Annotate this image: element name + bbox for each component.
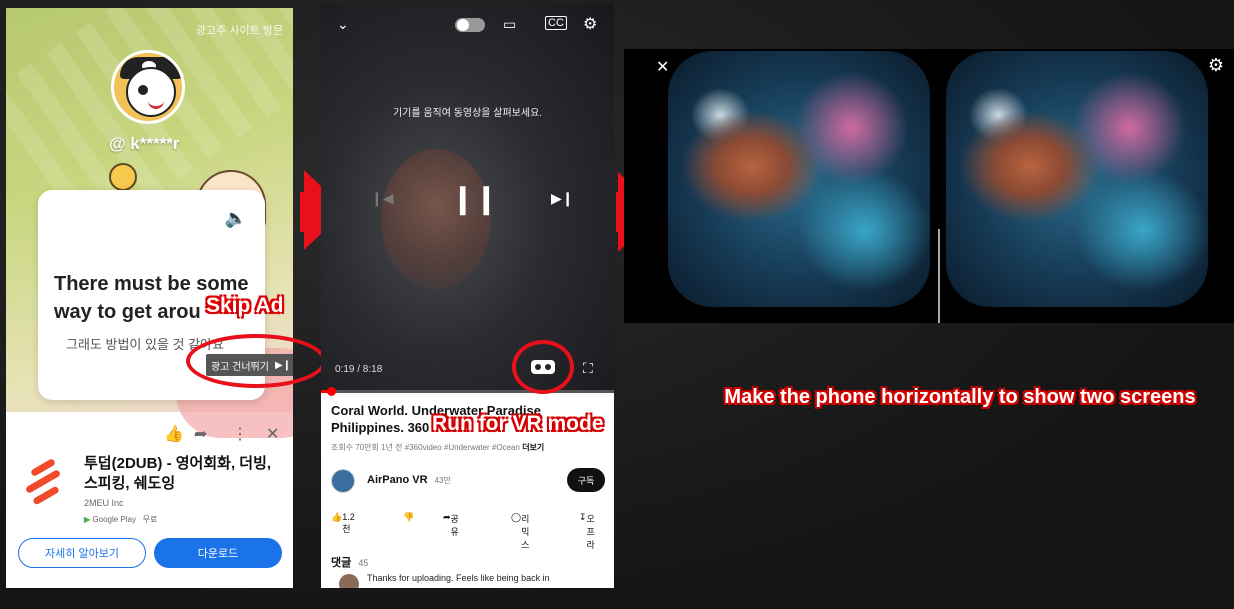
remix-label: 리믹스 <box>521 514 530 550</box>
google-play-icon: ▶ <box>84 515 91 524</box>
settings-gear-icon[interactable]: ⚙ <box>583 14 597 34</box>
right-eye-view <box>946 51 1208 307</box>
progress-scrubber[interactable] <box>327 387 336 396</box>
store-name: Google Play <box>92 515 136 524</box>
advertiser-site-link[interactable]: 광고주 사이트 방문 <box>196 22 283 38</box>
share-icon[interactable]: ➦ <box>194 424 207 444</box>
channel-avatar <box>111 50 185 124</box>
close-icon[interactable]: ✕ <box>656 57 669 77</box>
app-name[interactable]: 투덥(2DUB) - 영어회화, 더빙, 스피킹, 쉐도잉 <box>84 454 289 494</box>
user-handle: @ k*****r <box>109 134 180 153</box>
channel-avatar[interactable] <box>331 469 355 493</box>
comments-label: 댓글 <box>331 557 352 569</box>
center-divider <box>938 229 940 323</box>
offline-button[interactable]: ↧ 오프라 <box>579 512 595 550</box>
price: 무료 <box>142 515 158 524</box>
landscape-caption: Make the phone horizontally to show two … <box>724 386 1196 408</box>
skip-ad-annotation: Skip Ad <box>206 294 284 317</box>
comments-header[interactable]: 댓글 45 <box>331 554 368 570</box>
pause-icon[interactable]: ❙❙ <box>451 182 498 215</box>
next-icon[interactable]: ▶❙ <box>551 190 574 207</box>
store-info: ▶ Google Play 무료 <box>84 514 157 525</box>
time-display: 0:19 / 8:18 <box>335 364 383 375</box>
more-vert-icon[interactable]: ⋮ <box>232 424 248 444</box>
comments-count: 45 <box>358 558 369 568</box>
motion-hint: 기기를 움직여 동영상을 살펴보세요. <box>392 108 543 119</box>
download-button[interactable]: 다운로드 <box>154 538 282 568</box>
offline-label: 오프라 <box>586 514 595 550</box>
remix-button[interactable]: ◯ 리믹스 <box>511 512 529 550</box>
comment-text: Thanks for uploading. Feels like being b… <box>367 573 550 583</box>
vr-mode-annotation: Run for VR mode <box>432 412 604 435</box>
share-label: 공유 <box>450 514 459 537</box>
video-player[interactable]: ⌄ ▭ CC ⚙ 기기를 움직여 동영상을 살펴보세요. ❙◀ ❙❙ ▶❙ 0:… <box>321 4 614 396</box>
subscribe-button[interactable]: 구독 <box>567 468 605 492</box>
share-button[interactable]: ➦ 공유 <box>443 512 459 537</box>
collapse-chevron-icon[interactable]: ⌄ <box>337 16 349 33</box>
thumbs-up-icon[interactable]: 👍 <box>164 424 184 444</box>
like-count: 1.2천 <box>342 512 355 534</box>
video-actions: 👍 1.2천 👎 ➦ 공유 ◯ 리믹스 ↧ 오프라 <box>331 512 614 550</box>
learn-more-button[interactable]: 자세히 알아보기 <box>18 538 146 568</box>
subscriber-count: 43만 <box>434 476 451 485</box>
vr-highlight-ring <box>512 340 574 394</box>
skip-ad-highlight-ring <box>186 334 326 388</box>
more-link[interactable]: 더보기 <box>522 443 544 452</box>
close-icon[interactable]: ✕ <box>266 424 279 444</box>
vr-stereo-view: ✕ ⚙ <box>624 49 1234 323</box>
publisher: 2MEU Inc <box>84 498 124 508</box>
like-button[interactable]: 👍 1.2천 <box>331 512 355 534</box>
autoplay-toggle[interactable] <box>455 18 485 32</box>
left-eye-view <box>668 51 930 307</box>
previous-icon[interactable]: ❙◀ <box>371 190 394 207</box>
video-meta: 조회수 70만회 1년 전 #360video #Underwater #Oce… <box>331 442 544 453</box>
commenter-avatar <box>339 574 359 588</box>
progress-bar[interactable] <box>321 387 614 396</box>
channel-info[interactable]: AirPano VR 43만 <box>367 474 451 486</box>
video-meta-text: 조회수 70만회 1년 전 #360video #Underwater #Oce… <box>331 443 520 452</box>
video-screen: ⌄ ▭ CC ⚙ 기기를 움직여 동영상을 살펴보세요. ❙◀ ❙❙ ▶❙ 0:… <box>321 4 614 588</box>
channel-name: AirPano VR <box>367 474 428 486</box>
flower-illustration <box>109 163 137 191</box>
cast-icon[interactable]: ▭ <box>503 16 516 33</box>
fullscreen-icon[interactable]: ⛶ <box>583 360 593 377</box>
speaker-icon[interactable]: 🔈 <box>225 208 247 229</box>
captions-icon[interactable]: CC <box>545 16 567 30</box>
dislike-icon[interactable]: 👎 <box>403 512 414 523</box>
settings-gear-icon[interactable]: ⚙ <box>1208 55 1224 76</box>
app-logo-icon[interactable] <box>20 456 68 506</box>
ad-action-bar: 👍 ➦ ⋮ ✕ <box>6 420 293 448</box>
